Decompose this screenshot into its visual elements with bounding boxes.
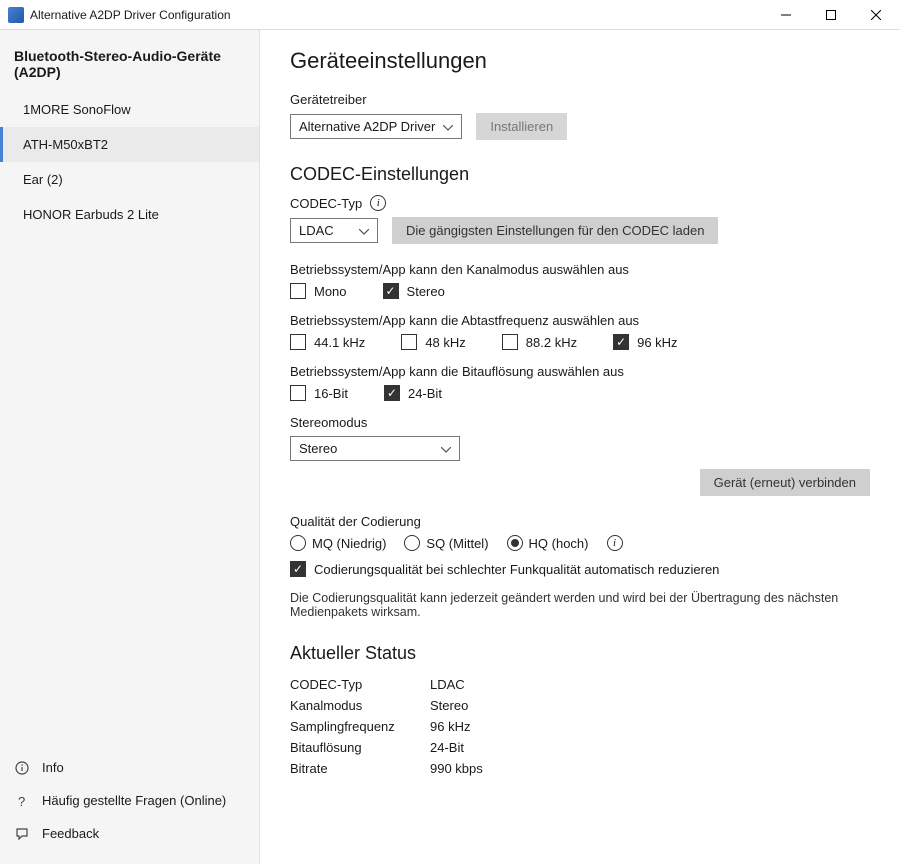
quality-label: Qualität der Codierung — [290, 514, 870, 529]
checkbox-icon — [384, 385, 400, 401]
question-icon: ? — [14, 794, 30, 808]
maximize-button[interactable] — [808, 0, 853, 29]
sidebar-header: Bluetooth-Stereo-Audio-Geräte (A2DP) — [0, 40, 259, 92]
bits-24-checkbox[interactable]: 24-Bit — [384, 385, 442, 401]
install-button[interactable]: Installieren — [476, 113, 567, 140]
status-row: Bitauflösung24-Bit — [290, 737, 870, 758]
checkbox-icon — [290, 283, 306, 299]
stereo-checkbox[interactable]: Stereo — [383, 283, 445, 299]
titlebar: Alternative A2DP Driver Configuration — [0, 0, 900, 30]
radio-icon — [507, 535, 523, 551]
quality-hq-radio[interactable]: HQ (hoch) — [507, 535, 589, 551]
codec-type-label: CODEC-Typ — [290, 196, 362, 211]
radio-icon — [290, 535, 306, 551]
device-item[interactable]: 1MORE SonoFlow — [0, 92, 259, 127]
status-row: KanalmodusStereo — [290, 695, 870, 716]
info-label: Info — [42, 760, 64, 775]
device-item[interactable]: Ear (2) — [0, 162, 259, 197]
mono-checkbox[interactable]: Mono — [290, 283, 347, 299]
quality-mq-radio[interactable]: MQ (Niedrig) — [290, 535, 386, 551]
feedback-link[interactable]: Feedback — [0, 817, 259, 850]
sidebar: Bluetooth-Stereo-Audio-Geräte (A2DP) 1MO… — [0, 30, 260, 864]
minimize-button[interactable] — [763, 0, 808, 29]
info-icon — [14, 761, 30, 775]
chevron-down-icon — [443, 119, 453, 134]
bit-depth-label: Betriebssystem/App kann die Bitauflösung… — [290, 364, 870, 379]
checkbox-icon — [290, 561, 306, 577]
info-icon[interactable]: i — [607, 535, 623, 551]
stereo-mode-label: Stereomodus — [290, 415, 870, 430]
stereo-mode-select[interactable]: Stereo — [290, 436, 460, 461]
app-icon — [8, 7, 24, 23]
status-row: Bitrate990 kbps — [290, 758, 870, 779]
device-item[interactable]: ATH-M50xBT2 — [0, 127, 259, 162]
faq-link[interactable]: ? Häufig gestellte Fragen (Online) — [0, 784, 259, 817]
device-list: 1MORE SonoFlow ATH-M50xBT2 Ear (2) HONOR… — [0, 92, 259, 745]
device-item[interactable]: HONOR Earbuds 2 Lite — [0, 197, 259, 232]
checkbox-icon — [613, 334, 629, 350]
window-title: Alternative A2DP Driver Configuration — [30, 8, 763, 22]
stereo-mode-value: Stereo — [299, 441, 337, 456]
checkbox-icon — [290, 334, 306, 350]
info-icon[interactable]: i — [370, 195, 386, 211]
codec-section-heading: CODEC-Einstellungen — [290, 164, 870, 185]
driver-select[interactable]: Alternative A2DP Driver — [290, 114, 462, 139]
status-row: Samplingfrequenz96 kHz — [290, 716, 870, 737]
checkbox-icon — [401, 334, 417, 350]
info-link[interactable]: Info — [0, 751, 259, 784]
channel-mode-label: Betriebssystem/App kann den Kanalmodus a… — [290, 262, 870, 277]
rate-48-checkbox[interactable]: 48 kHz — [401, 334, 465, 350]
page-title: Geräteeinstellungen — [290, 48, 870, 74]
codec-select-value: LDAC — [299, 223, 334, 238]
driver-label: Gerätetreiber — [290, 92, 870, 107]
feedback-label: Feedback — [42, 826, 99, 841]
codec-select[interactable]: LDAC — [290, 218, 378, 243]
svg-text:?: ? — [18, 794, 25, 808]
auto-reduce-checkbox[interactable]: Codierungsqualität bei schlechter Funkqu… — [290, 561, 719, 577]
rate-88-checkbox[interactable]: 88.2 kHz — [502, 334, 577, 350]
content-panel: Geräteeinstellungen Gerätetreiber Altern… — [260, 30, 900, 864]
faq-label: Häufig gestellte Fragen (Online) — [42, 793, 226, 808]
sidebar-footer: Info ? Häufig gestellte Fragen (Online) … — [0, 745, 259, 864]
radio-icon — [404, 535, 420, 551]
chevron-down-icon — [441, 441, 451, 456]
rate-44-checkbox[interactable]: 44.1 kHz — [290, 334, 365, 350]
close-button[interactable] — [853, 0, 898, 29]
checkbox-icon — [290, 385, 306, 401]
sample-rate-label: Betriebssystem/App kann die Abtastfreque… — [290, 313, 870, 328]
load-defaults-button[interactable]: Die gängigsten Einstellungen für den COD… — [392, 217, 718, 244]
quality-sq-radio[interactable]: SQ (Mittel) — [404, 535, 488, 551]
quality-note: Die Codierungsqualität kann jederzeit ge… — [290, 591, 870, 619]
checkbox-icon — [502, 334, 518, 350]
status-heading: Aktueller Status — [290, 643, 870, 664]
feedback-icon — [14, 827, 30, 841]
bits-16-checkbox[interactable]: 16-Bit — [290, 385, 348, 401]
status-table: CODEC-TypLDAC KanalmodusStereo Samplingf… — [290, 674, 870, 779]
window-controls — [763, 0, 898, 29]
rate-96-checkbox[interactable]: 96 kHz — [613, 334, 677, 350]
driver-select-value: Alternative A2DP Driver — [299, 119, 435, 134]
chevron-down-icon — [359, 223, 369, 238]
status-row: CODEC-TypLDAC — [290, 674, 870, 695]
reconnect-button[interactable]: Gerät (erneut) verbinden — [700, 469, 870, 496]
checkbox-icon — [383, 283, 399, 299]
